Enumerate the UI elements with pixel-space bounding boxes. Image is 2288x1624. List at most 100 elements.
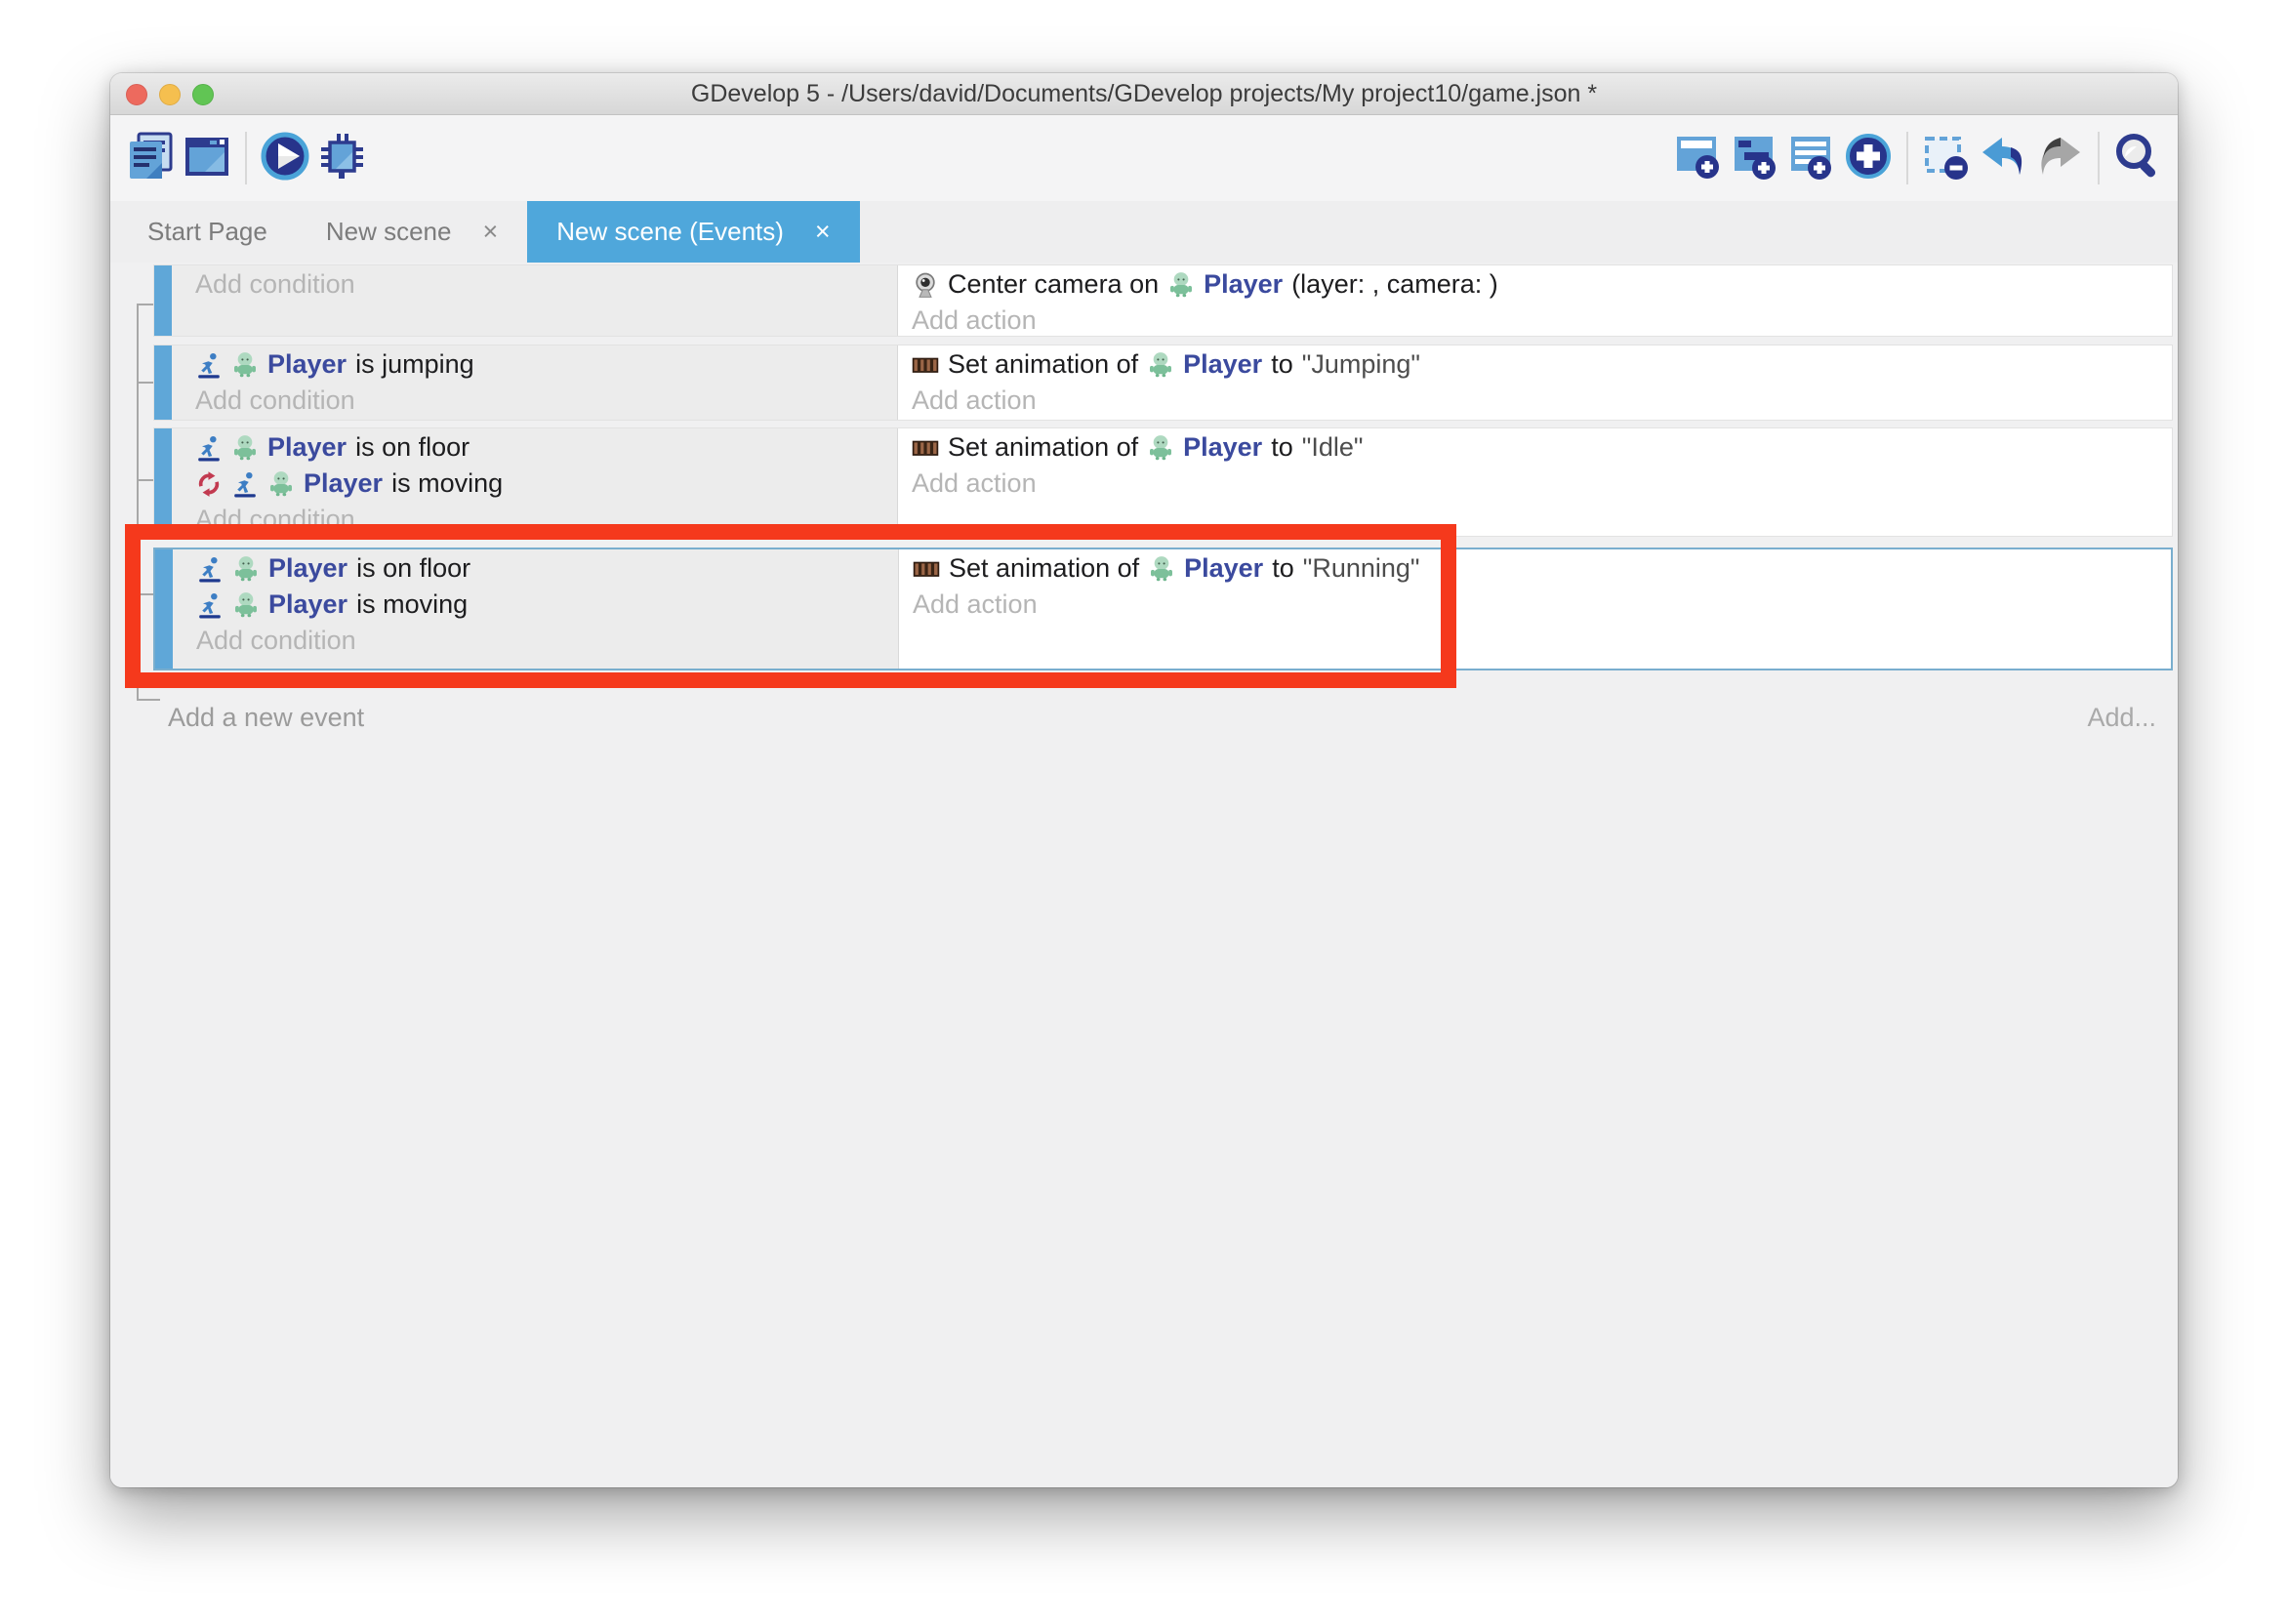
condition-text: is on floor bbox=[355, 432, 470, 463]
action-text: Center camera on bbox=[948, 269, 1159, 300]
close-icon[interactable]: × bbox=[815, 217, 831, 247]
add-event-button[interactable] bbox=[1670, 128, 1727, 188]
condition-line[interactable]: Player is jumping bbox=[195, 346, 897, 383]
conditions-column: Player is jumping Add condition bbox=[172, 345, 898, 420]
project-manager-button[interactable] bbox=[122, 128, 179, 188]
player-icon bbox=[231, 351, 259, 379]
action-line[interactable]: Center camera on Player (layer: , camera… bbox=[912, 266, 2172, 303]
add-event-icon bbox=[1673, 131, 1724, 186]
actions-column: Set animation of Player to "Jumpi bbox=[898, 345, 2172, 420]
action-text: Set animation of bbox=[948, 349, 1138, 380]
object-name: Player bbox=[304, 468, 383, 499]
action-line[interactable]: Set animation of Player to "Jumpi bbox=[912, 346, 2172, 383]
titlebar[interactable]: GDevelop 5 - /Users/david/Documents/GDev… bbox=[110, 73, 2178, 115]
condition-text: is jumping bbox=[355, 349, 474, 380]
close-icon[interactable]: × bbox=[482, 217, 498, 247]
tab-new-scene-events[interactable]: New scene (Events) × bbox=[527, 201, 859, 263]
condition-line[interactable]: Player is moving bbox=[195, 466, 897, 502]
platformer-icon bbox=[195, 351, 223, 379]
action-value: "Idle" bbox=[1302, 432, 1364, 463]
play-button[interactable] bbox=[257, 128, 313, 188]
add-comment-icon bbox=[1786, 131, 1837, 186]
condition-line[interactable]: Player is on floor bbox=[195, 429, 897, 466]
tree-line bbox=[137, 479, 154, 481]
tab-label: New scene bbox=[326, 217, 452, 247]
animation-icon bbox=[912, 351, 939, 379]
camera-icon bbox=[912, 271, 939, 299]
condition-text: is moving bbox=[391, 468, 503, 499]
gdevelop-window: GDevelop 5 - /Users/david/Documents/GDev… bbox=[110, 73, 2178, 1487]
tab-new-scene[interactable]: New scene × bbox=[297, 201, 527, 263]
screen: GDevelop 5 - /Users/david/Documents/GDev… bbox=[0, 0, 2288, 1624]
action-text: to bbox=[1271, 432, 1293, 463]
conditions-column: Add condition bbox=[172, 265, 898, 336]
event-drag-handle[interactable] bbox=[154, 428, 172, 536]
object-name: Player bbox=[267, 432, 347, 463]
debug-icon bbox=[316, 131, 367, 186]
object-name: Player bbox=[1183, 432, 1262, 463]
platformer-icon bbox=[195, 434, 223, 462]
animation-icon bbox=[912, 434, 939, 462]
remove-event-icon bbox=[1921, 131, 1972, 186]
tab-start-page[interactable]: Start Page bbox=[118, 201, 297, 263]
window-title: GDevelop 5 - /Users/david/Documents/GDev… bbox=[110, 73, 2178, 114]
delete-selection-button[interactable] bbox=[1918, 128, 1975, 188]
redo-button[interactable] bbox=[2031, 128, 2088, 188]
player-icon bbox=[1167, 271, 1195, 299]
add-action-button[interactable]: Add action bbox=[912, 383, 2172, 419]
events-sheet: Add condition Center camera on bbox=[110, 263, 2178, 1487]
tree-line bbox=[137, 304, 154, 305]
event-row[interactable]: Add condition Center camera on bbox=[153, 264, 2173, 337]
action-text: to bbox=[1271, 349, 1293, 380]
tab-bar: Start Page New scene × New scene (Events… bbox=[110, 201, 2178, 263]
add-subevent-button[interactable] bbox=[1727, 128, 1783, 188]
action-params: (layer: , camera: ) bbox=[1291, 269, 1498, 300]
action-value: "Jumping" bbox=[1302, 349, 1420, 380]
undo-icon bbox=[1978, 131, 2028, 186]
platformer-icon bbox=[231, 470, 259, 498]
add-circle-icon bbox=[1843, 131, 1894, 186]
object-name: Player bbox=[267, 349, 347, 380]
invert-icon bbox=[195, 470, 223, 498]
object-name: Player bbox=[1183, 349, 1262, 380]
events-footer: Add a new event Add... bbox=[168, 699, 2156, 736]
add-action-button[interactable]: Add action bbox=[912, 466, 2172, 502]
add-condition-button[interactable]: Add condition bbox=[195, 383, 897, 419]
tree-line bbox=[137, 699, 160, 701]
scene-editor-icon bbox=[182, 131, 232, 186]
action-line[interactable]: Set animation of Player to "Idle" bbox=[912, 429, 2172, 466]
add-condition-button[interactable]: Add condition bbox=[195, 266, 897, 303]
toolbar-separator bbox=[245, 132, 247, 184]
redo-icon bbox=[2034, 131, 2085, 186]
add-more-button[interactable] bbox=[1840, 128, 1897, 188]
tree-line bbox=[137, 382, 154, 384]
player-icon bbox=[1147, 351, 1174, 379]
player-icon bbox=[231, 434, 259, 462]
tab-label: Start Page bbox=[147, 217, 267, 247]
event-row[interactable]: Player is jumping Add condition Set anim bbox=[153, 345, 2173, 421]
scene-editor-button[interactable] bbox=[179, 128, 235, 188]
actions-column: Set animation of Player to "Idle" bbox=[898, 428, 2172, 536]
action-text: Set animation of bbox=[948, 432, 1138, 463]
event-drag-handle[interactable] bbox=[154, 345, 172, 420]
conditions-column: Player is on floor bbox=[172, 428, 898, 536]
toolbar-separator bbox=[1906, 132, 1908, 184]
player-icon bbox=[267, 470, 295, 498]
debug-button[interactable] bbox=[313, 128, 370, 188]
event-row[interactable]: Player is on floor bbox=[153, 427, 2173, 537]
add-new-event-button[interactable]: Add a new event bbox=[168, 703, 364, 733]
actions-column: Center camera on Player (layer: , camera… bbox=[898, 265, 2172, 336]
add-more-button[interactable]: Add... bbox=[2087, 703, 2156, 733]
add-action-button[interactable]: Add action bbox=[912, 303, 2172, 339]
search-button[interactable] bbox=[2109, 128, 2166, 188]
tab-label: New scene (Events) bbox=[556, 217, 784, 247]
toolbar-separator bbox=[2098, 132, 2100, 184]
add-comment-button[interactable] bbox=[1783, 128, 1840, 188]
project-manager-icon bbox=[125, 131, 176, 186]
undo-button[interactable] bbox=[1975, 128, 2031, 188]
player-icon bbox=[1147, 434, 1174, 462]
highlight-annotation bbox=[125, 524, 1456, 688]
add-subevent-icon bbox=[1730, 131, 1780, 186]
event-drag-handle[interactable] bbox=[154, 265, 172, 336]
toolbar bbox=[110, 115, 2178, 201]
